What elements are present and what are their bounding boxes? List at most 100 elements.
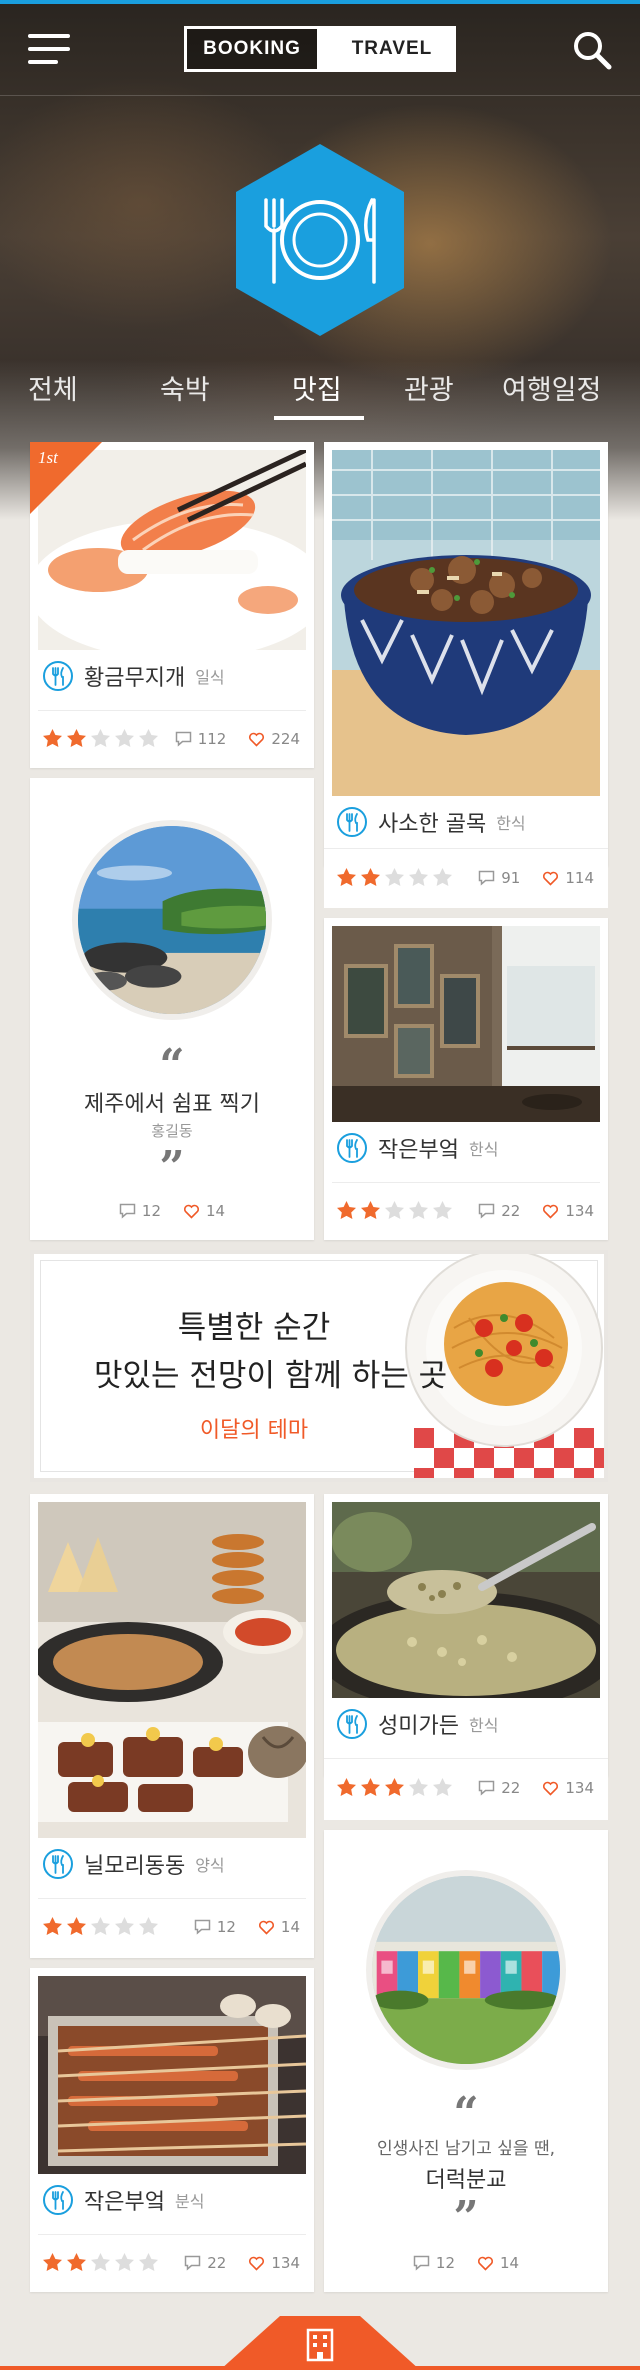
star-filled-icon bbox=[43, 1917, 62, 1935]
skewers-photo bbox=[38, 1976, 306, 2174]
heart-icon[interactable] bbox=[542, 1780, 559, 1796]
tab-food[interactable]: 맛집 bbox=[292, 368, 342, 407]
card-counts: 22 134 bbox=[478, 1202, 594, 1220]
search-icon[interactable] bbox=[572, 30, 612, 70]
comment-count: 22 bbox=[207, 2254, 227, 2272]
like-count: 14 bbox=[500, 2254, 520, 2272]
star-filled-icon bbox=[337, 1778, 356, 1796]
story-subtitle: 인생사진 남기고 싶을 땐, bbox=[376, 2139, 555, 2159]
story-card[interactable]: “ 인생사진 남기고 싶을 땐, 더럭분교 ” 12 14 bbox=[324, 1830, 608, 2292]
banner-theme-link[interactable]: 이달의 테마 bbox=[94, 1412, 414, 1444]
star-empty-icon bbox=[409, 1778, 428, 1796]
bottom-home-tab[interactable] bbox=[220, 2316, 420, 2370]
jeju-coast-photo bbox=[72, 820, 272, 1020]
restaurant-card[interactable]: 성미가든 한식 bbox=[324, 1494, 608, 1776]
comment-icon bbox=[119, 1203, 136, 1219]
utensils-icon bbox=[43, 2185, 73, 2215]
card-divider bbox=[332, 1182, 600, 1183]
comment-icon bbox=[479, 1780, 495, 1796]
heart-icon[interactable] bbox=[477, 2255, 494, 2271]
comment-count: 12 bbox=[216, 1918, 236, 1936]
rating-stars bbox=[336, 867, 453, 888]
restaurant-name: 작은부엌 bbox=[378, 1138, 459, 1163]
school-building-photo bbox=[366, 1870, 566, 2070]
card-title-row: 황금무지개 일식 bbox=[42, 660, 225, 692]
card-divider bbox=[38, 710, 306, 711]
star-empty-icon bbox=[91, 2253, 110, 2271]
card-counts: 22 134 bbox=[478, 1779, 594, 1797]
utensils-icon bbox=[43, 1849, 73, 1879]
utensils-icon bbox=[337, 1709, 367, 1739]
restaurant-card[interactable]: 작은부엌 분식 22 134 bbox=[30, 1968, 314, 2292]
card-counts: 22 134 bbox=[184, 2254, 300, 2272]
star-filled-icon bbox=[67, 729, 86, 747]
comment-count: 22 bbox=[501, 1779, 521, 1797]
star-empty-icon bbox=[385, 1201, 404, 1219]
star-empty-icon bbox=[433, 868, 452, 886]
open-quote-icon: “ bbox=[453, 2088, 479, 2139]
comment-count: 112 bbox=[197, 730, 227, 748]
star-filled-icon bbox=[361, 1201, 380, 1219]
utensils-icon bbox=[337, 807, 367, 837]
card-footer: 91 114 bbox=[324, 848, 608, 908]
restaurant-name: 닐모리동동 bbox=[84, 1854, 186, 1879]
restaurant-category: 한식 bbox=[496, 814, 526, 833]
star-filled-icon bbox=[361, 1778, 380, 1796]
card-title-row: 작은부엌 분식 bbox=[42, 2184, 204, 2216]
story-title: 더럭분교 bbox=[425, 2168, 507, 2193]
rating-stars bbox=[42, 728, 159, 749]
rating-stars bbox=[42, 2252, 159, 2273]
story-card[interactable]: “ 제주에서 쉼표 찍기 홍길동 ” 12 14 bbox=[30, 778, 314, 1240]
comment-count: 91 bbox=[501, 869, 521, 887]
restaurant-card[interactable]: 작은부엌 한식 22 134 bbox=[324, 918, 608, 1240]
star-filled-icon bbox=[43, 2253, 62, 2271]
tab-itinerary[interactable]: 여행일정 bbox=[502, 368, 601, 407]
comment-icon bbox=[175, 731, 191, 747]
tab-stay[interactable]: 숙박 bbox=[160, 368, 210, 407]
star-filled-icon bbox=[43, 729, 62, 747]
close-quote-icon: ” bbox=[453, 2192, 479, 2243]
hamburger-menu-icon[interactable] bbox=[28, 34, 70, 64]
star-filled-icon bbox=[67, 2253, 86, 2271]
like-count: 14 bbox=[206, 1202, 226, 1220]
rating-stars bbox=[42, 1916, 159, 1937]
restaurant-card[interactable]: 사소한 골목 한식 bbox=[324, 442, 608, 866]
utensils-icon bbox=[43, 661, 73, 691]
like-count: 134 bbox=[271, 2254, 300, 2272]
heart-icon[interactable] bbox=[248, 731, 265, 747]
star-empty-icon bbox=[409, 1201, 428, 1219]
heart-icon[interactable] bbox=[248, 2255, 265, 2271]
heart-icon[interactable] bbox=[183, 1203, 200, 1219]
heart-icon[interactable] bbox=[542, 1203, 559, 1219]
star-filled-icon bbox=[337, 1201, 356, 1219]
like-count: 134 bbox=[565, 1779, 594, 1797]
star-filled-icon bbox=[67, 1917, 86, 1935]
card-title-row: 성미가든 한식 bbox=[336, 1708, 498, 1740]
star-filled-icon bbox=[385, 1778, 404, 1796]
card-footer: 22 134 bbox=[324, 1758, 608, 1820]
heart-icon[interactable] bbox=[542, 870, 559, 886]
restaurant-card[interactable]: 1st 황금무지개 일식 112 224 bbox=[30, 442, 314, 768]
card-title-row: 작은부엌 한식 bbox=[336, 1132, 498, 1164]
restaurant-card[interactable]: 닐모리동동 양식 12 14 bbox=[30, 1494, 314, 1958]
star-empty-icon bbox=[385, 868, 404, 886]
star-empty-icon bbox=[139, 2253, 158, 2271]
like-count: 134 bbox=[565, 1202, 594, 1220]
heart-icon[interactable] bbox=[258, 1919, 275, 1935]
logo-booking: BOOKING bbox=[187, 29, 339, 69]
like-count: 224 bbox=[271, 730, 300, 748]
star-empty-icon bbox=[433, 1778, 452, 1796]
star-filled-icon bbox=[361, 868, 380, 886]
story-title: 제주에서 쉼표 찍기 bbox=[84, 1092, 260, 1117]
star-filled-icon bbox=[337, 868, 356, 886]
tab-all[interactable]: 전체 bbox=[28, 368, 78, 407]
card-counts: 112 224 bbox=[175, 730, 300, 748]
tab-sights[interactable]: 관광 bbox=[404, 368, 454, 407]
comment-icon bbox=[185, 2255, 201, 2271]
theme-banner[interactable]: 특별한 순간 맛있는 전망이 함께 하는 곳 이달의 테마 bbox=[30, 1250, 608, 1482]
restaurant-category: 한식 bbox=[468, 1140, 499, 1159]
restaurant-category: 일식 bbox=[195, 668, 225, 687]
star-empty-icon bbox=[409, 868, 428, 886]
porridge-pot-photo bbox=[332, 1502, 600, 1698]
booking-travel-logo[interactable]: BOOKING TRAVEL bbox=[184, 26, 456, 72]
